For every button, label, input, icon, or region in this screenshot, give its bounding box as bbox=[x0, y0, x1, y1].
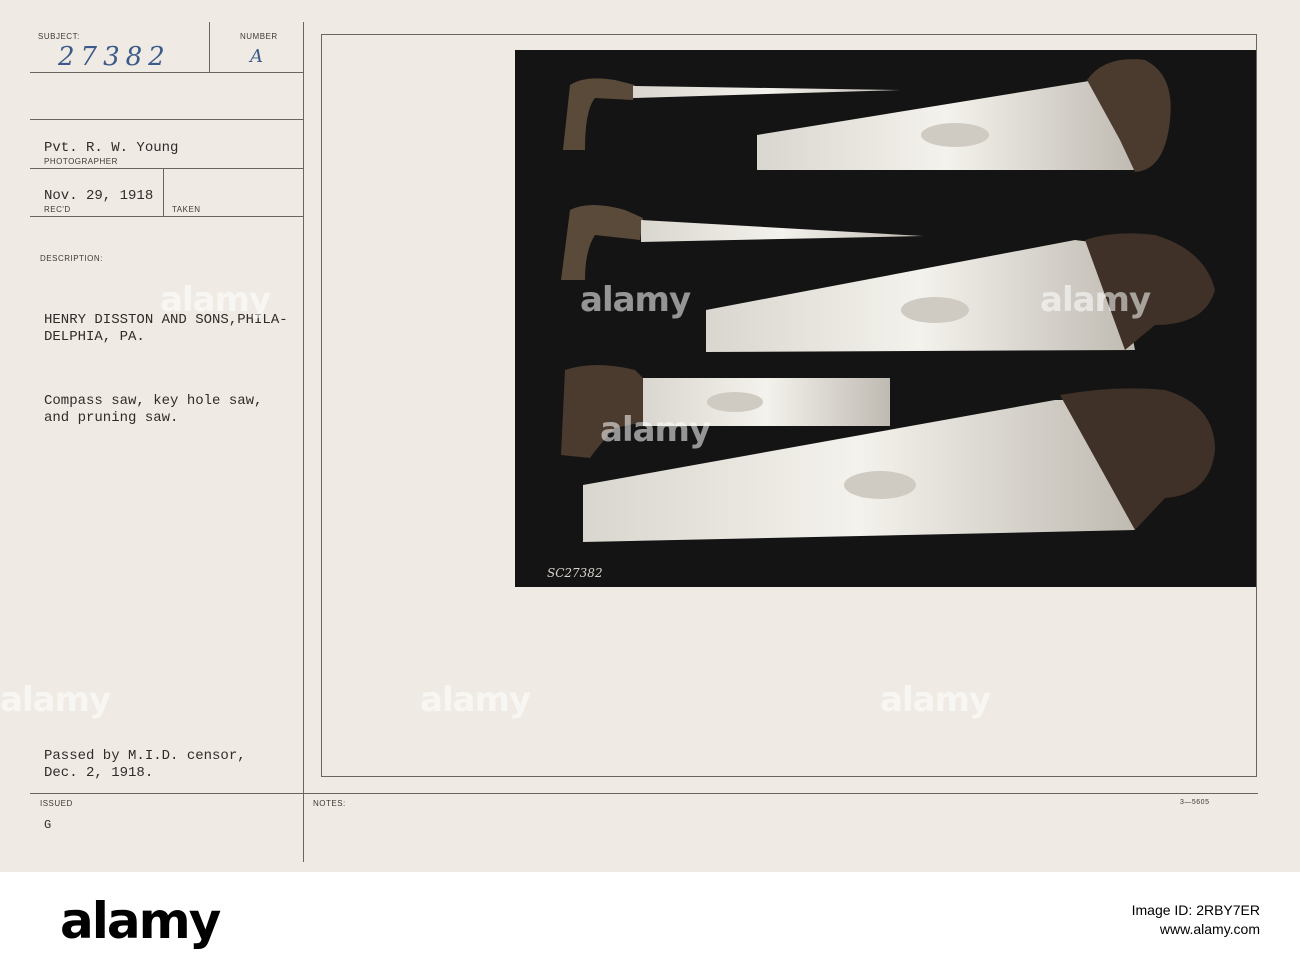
photographer-label: PHOTOGRAPHER bbox=[44, 157, 118, 166]
subject-label: SUBJECT: bbox=[38, 32, 80, 41]
description-line-2: DELPHIA, PA. bbox=[44, 329, 145, 345]
footer-url[interactable]: www.alamy.com bbox=[1132, 921, 1260, 937]
description-line-1: HENRY DISSTON AND SONS,PHILA- bbox=[44, 312, 288, 328]
stock-footer: alamy Image ID: 2RBY7ER www.alamy.com bbox=[0, 872, 1300, 963]
number-value: A bbox=[250, 46, 263, 67]
footer-logo[interactable]: alamy bbox=[60, 892, 221, 950]
photographer-name: Pvt. R. W. Young bbox=[44, 140, 179, 156]
rule-top bbox=[30, 119, 303, 120]
saws-illustration: SC27382 bbox=[547, 59, 1215, 580]
rule-photographer bbox=[30, 168, 303, 169]
description-label: DESCRIPTION: bbox=[40, 254, 103, 263]
frame-left bbox=[321, 34, 322, 776]
left-column-divider bbox=[303, 22, 304, 862]
image-id: Image ID: 2RBY7ER bbox=[1131, 902, 1260, 918]
notes-label: NOTES: bbox=[313, 799, 346, 808]
hand-saw-1 bbox=[757, 59, 1171, 172]
taken-label: TAKEN bbox=[172, 205, 201, 214]
censor-line-2: Dec. 2, 1918. bbox=[44, 765, 154, 781]
number-label: NUMBER bbox=[240, 32, 278, 41]
date-recd: Nov. 29, 1918 bbox=[44, 188, 154, 204]
frame-top bbox=[321, 34, 1257, 35]
rule-date bbox=[30, 216, 303, 217]
hand-saw-2 bbox=[706, 233, 1215, 352]
footer-info: Image ID: 2RBY7ER www.alamy.com bbox=[1132, 902, 1260, 937]
caption-line-2: and pruning saw. bbox=[44, 410, 179, 426]
archival-card: SUBJECT: NUMBER 27382 A Pvt. R. W. Young… bbox=[0, 0, 1300, 872]
issued-value: G bbox=[44, 818, 52, 832]
negative-number: SC27382 bbox=[547, 566, 603, 580]
recd-label: REC'D bbox=[44, 205, 71, 214]
caption-line-1: Compass saw, key hole saw, bbox=[44, 393, 263, 409]
issued-label: ISSUED bbox=[40, 799, 73, 808]
frame-bottom bbox=[321, 776, 1257, 777]
saws-photograph: SC27382 bbox=[515, 50, 1256, 587]
watermark-5: alamy bbox=[0, 680, 111, 720]
keyhole-saw bbox=[561, 205, 923, 280]
frame-right bbox=[1256, 34, 1257, 776]
subject-number-divider bbox=[209, 22, 210, 72]
watermark-7: alamy bbox=[880, 680, 991, 720]
watermark-6: alamy bbox=[420, 680, 531, 720]
rule-bottom bbox=[30, 793, 1258, 794]
censor-line-1: Passed by M.I.D. censor, bbox=[44, 748, 246, 764]
rule-subject bbox=[30, 72, 303, 73]
form-code: 3—5605 bbox=[1180, 799, 1210, 806]
recd-taken-divider bbox=[163, 168, 164, 216]
subject-number: 27382 bbox=[58, 42, 171, 72]
